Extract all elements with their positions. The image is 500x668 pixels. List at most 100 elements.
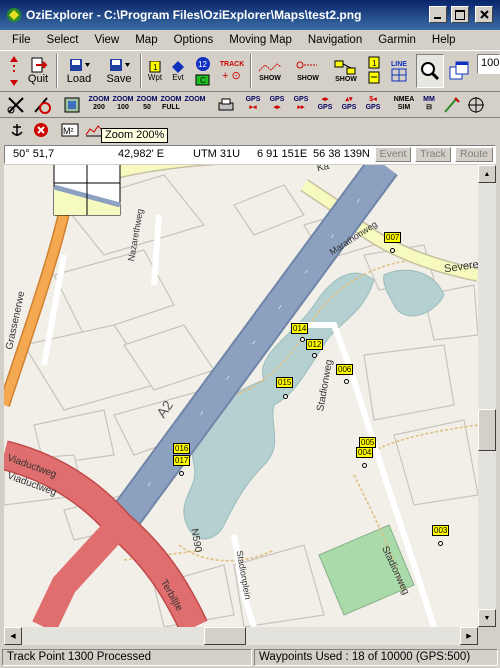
print-button[interactable] xyxy=(216,96,236,114)
gps-button-5[interactable]: ▴▾ GPS xyxy=(338,96,360,114)
scroll-up-button[interactable]: ▲ xyxy=(478,165,496,183)
event-button[interactable]: Evt xyxy=(167,55,189,88)
gps-button-4[interactable]: ◂▸ GPS xyxy=(314,96,336,114)
maximize-icon xyxy=(455,9,465,20)
close-button[interactable] xyxy=(475,6,493,23)
event-show-button[interactable]: SHOW xyxy=(332,54,360,88)
no-tool-button[interactable] xyxy=(30,95,52,115)
nmea-button[interactable] xyxy=(442,95,462,115)
ozi-window: OziExplorer - C:\Program Files\OziExplor… xyxy=(0,0,500,668)
show-label-2: SHOW xyxy=(297,74,319,82)
zoom-50-val: 50 xyxy=(143,104,151,111)
wp-list-button[interactable]: 1 xyxy=(364,54,386,88)
vertical-scrollbar[interactable]: ▲ ▼ xyxy=(478,165,496,627)
updown-arrows[interactable] xyxy=(6,54,22,88)
ozi-app-icon xyxy=(7,8,21,22)
zoom-100-val: 100 xyxy=(117,104,129,111)
gps-button-2[interactable]: GPS ◂▸ xyxy=(266,96,288,114)
route-nav-button[interactable]: Route xyxy=(455,147,493,162)
menu-select[interactable]: Select xyxy=(39,34,87,46)
compass-button[interactable] xyxy=(466,95,486,115)
horizontal-scrollbar[interactable]: ◀ ▶ xyxy=(4,627,478,645)
waypoint-icon: 1 xyxy=(149,61,161,73)
waypoint-marker[interactable]: 016 xyxy=(173,443,191,454)
prohibit-icon xyxy=(34,97,51,114)
scroll-down-button[interactable]: ▼ xyxy=(478,609,496,627)
mm-button[interactable]: MM ⊟ xyxy=(418,96,440,114)
quit-button[interactable]: Quit xyxy=(24,54,52,88)
zoom-200-button[interactable]: ZOOM 200 xyxy=(88,96,110,114)
zoom-50-button[interactable]: ZOOM 50 xyxy=(136,96,158,114)
waypoint-marker[interactable]: 017 xyxy=(173,455,191,466)
waypoint-dot xyxy=(438,541,443,546)
window-tile-button[interactable] xyxy=(446,54,472,88)
scroll-right-button[interactable]: ▶ xyxy=(460,627,478,645)
waypoint-marker[interactable]: 006 xyxy=(336,364,354,375)
anchor-icon xyxy=(11,124,23,136)
event-nav-button[interactable]: Event xyxy=(375,147,411,162)
track-button[interactable]: TRACK + ⊙ xyxy=(218,54,246,88)
zoom-50-top: ZOOM xyxy=(136,96,158,103)
clear-tools-button[interactable] xyxy=(6,95,26,115)
area-button[interactable]: M² xyxy=(60,121,80,139)
save-button[interactable]: Save xyxy=(102,54,136,88)
status-bar: Track Point 1300 Processed Waypoints Use… xyxy=(0,647,500,668)
printer-icon xyxy=(218,98,234,111)
svg-text:1: 1 xyxy=(153,63,158,72)
route-icon: 12 C xyxy=(195,57,210,86)
stop-button[interactable] xyxy=(32,121,50,139)
map-icon xyxy=(64,97,80,113)
track-nav-button[interactable]: Track xyxy=(415,147,451,162)
menu-garmin[interactable]: Garmin xyxy=(370,34,424,46)
waypoint-marker[interactable]: 012 xyxy=(306,339,324,350)
zoom-full-button[interactable]: ZOOM FULL xyxy=(160,96,182,114)
route-show-button[interactable]: SHOW xyxy=(291,54,325,88)
svg-text:+ ⊙: + ⊙ xyxy=(222,70,241,82)
menu-navigation[interactable]: Navigation xyxy=(300,34,370,46)
map-image-button[interactable] xyxy=(62,95,82,115)
waypoint-marker[interactable]: 014 xyxy=(291,323,309,334)
waypoint-marker[interactable]: 004 xyxy=(356,447,374,458)
menu-file[interactable]: File xyxy=(4,34,39,46)
waypoint-dot xyxy=(362,463,367,468)
maximize-button[interactable] xyxy=(451,6,469,23)
line-button[interactable]: LINE xyxy=(388,54,410,88)
menu-moving-map[interactable]: Moving Map xyxy=(221,34,300,46)
waypoint-marker[interactable]: 015 xyxy=(276,377,294,388)
gps-button-6[interactable]: $◂ GPS xyxy=(362,96,384,114)
route-button[interactable]: 12 C xyxy=(192,54,214,88)
title-bar[interactable]: OziExplorer - C:\Program Files\OziExplor… xyxy=(0,0,500,30)
menu-bar: File Select View Map Options Moving Map … xyxy=(0,30,500,50)
horizontal-scroll-thumb[interactable] xyxy=(204,627,246,645)
waypoint-button[interactable]: 1 Wpt xyxy=(145,55,165,88)
svg-text:1: 1 xyxy=(372,59,377,68)
load-button[interactable]: Load xyxy=(62,54,96,88)
svg-text:M²: M² xyxy=(63,126,74,136)
grid-icon xyxy=(391,68,407,81)
mm-icon: ⊟ xyxy=(426,104,432,111)
map-canvas[interactable]: Ka Marathonweg Severe Nazarethweg Stadio… xyxy=(4,165,478,627)
waypoint-marker[interactable]: 003 xyxy=(432,525,450,536)
menu-view[interactable]: View xyxy=(87,34,128,46)
zoom-100-button[interactable]: ZOOM 100 xyxy=(112,96,134,114)
vertical-scroll-thumb[interactable] xyxy=(478,409,496,451)
gps-label-1: GPS xyxy=(245,96,261,103)
scroll-left-button[interactable]: ◀ xyxy=(4,627,22,645)
menu-options[interactable]: Options xyxy=(166,34,222,46)
anchor-button[interactable] xyxy=(8,121,26,139)
zoom-custom-button[interactable]: ZOOM xyxy=(184,96,206,114)
scale-input[interactable]: 100 xyxy=(477,54,500,74)
waypoint-marker[interactable]: 007 xyxy=(384,232,402,243)
quit-icon xyxy=(31,57,48,73)
magnifier-button[interactable] xyxy=(416,54,444,88)
gps-button-3[interactable]: GPS ▸▸ xyxy=(290,96,312,114)
menu-map[interactable]: Map xyxy=(127,34,165,46)
minimize-button[interactable] xyxy=(429,6,447,23)
nmea-sim-button[interactable]: NMEA SIM xyxy=(392,96,416,114)
gps-arrows-4: ◂▸ xyxy=(321,96,329,103)
easting-readout: 6 91 151E xyxy=(257,148,308,160)
gps-button-1[interactable]: GPS ▸◂ xyxy=(242,96,264,114)
menu-help[interactable]: Help xyxy=(424,34,464,46)
track-show-button[interactable]: SHOW xyxy=(255,54,285,88)
event-show-icon xyxy=(334,60,356,74)
